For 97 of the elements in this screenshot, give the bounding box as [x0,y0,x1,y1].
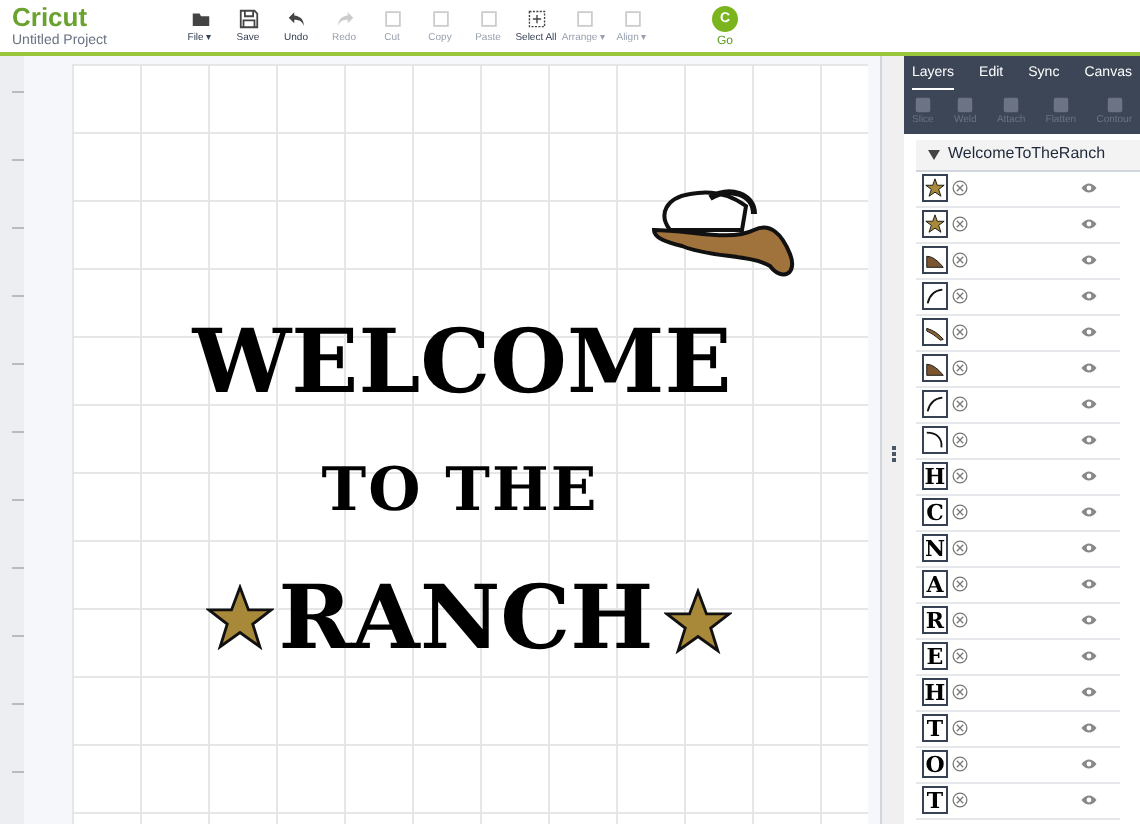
layer-thumbnail: O [922,750,948,778]
attach-icon[interactable] [952,612,968,628]
attach-icon[interactable] [952,576,968,592]
layer-thumbnail [922,174,948,202]
layer-row[interactable]: O [916,747,1120,783]
square-icon [621,8,643,30]
visibility-icon[interactable] [1080,506,1098,518]
layer-row[interactable]: T [916,711,1120,747]
floppy-icon [237,8,259,30]
attach-icon[interactable] [952,180,968,196]
scrollbar[interactable] [880,56,904,824]
visibility-icon[interactable] [1080,578,1098,590]
visibility-icon[interactable] [1080,470,1098,482]
caret-icon[interactable] [928,149,940,159]
layer-thumbnail: N [922,534,948,562]
layer-thumbnail: A [922,570,948,598]
layer-thumbnail: H [922,462,948,490]
action-icon [1002,95,1021,113]
visibility-icon[interactable] [1080,650,1098,662]
attach-icon[interactable] [952,756,968,772]
action-icon [956,95,975,113]
layer-row[interactable]: H [916,459,1120,495]
attach-icon[interactable] [952,360,968,376]
visibility-icon[interactable] [1080,758,1098,770]
attach-icon[interactable] [952,792,968,808]
square-icon [429,8,451,30]
layer-thumbnail [922,246,948,274]
visibility-icon[interactable] [1080,614,1098,626]
visibility-icon[interactable] [1080,254,1098,266]
select-all-icon [525,8,547,30]
design-text: TO THE [319,456,601,528]
layer-row[interactable]: C [916,495,1120,531]
visibility-icon[interactable] [1080,542,1098,554]
undo-icon [285,8,307,30]
layer-row[interactable]: R [916,603,1120,639]
square-icon [573,8,595,30]
layer-thumbnail [922,390,948,418]
layer-thumbnail: T [922,786,948,814]
layer-thumbnail: R [922,606,948,634]
folder-icon [189,8,211,30]
square-icon [477,8,499,30]
layer-row[interactable] [916,351,1120,387]
layer-row[interactable] [916,171,1120,207]
layer-thumbnail [922,354,948,382]
layer-row[interactable]: E [916,639,1120,675]
visibility-icon[interactable] [1080,290,1098,302]
layer-thumbnail [922,282,948,310]
logo: Cricut [12,4,90,30]
star-icon [664,588,732,654]
attach-icon[interactable] [952,684,968,700]
visibility-icon[interactable] [1080,326,1098,338]
action-icon [1105,95,1124,113]
action-icon [1051,95,1070,113]
group-header[interactable]: WelcomeToTheRanch [916,139,1140,171]
visibility-icon[interactable] [1080,362,1098,374]
layer-row[interactable] [916,387,1120,423]
visibility-icon[interactable] [1080,398,1098,410]
layer-thumbnail [922,210,948,238]
star-icon [206,584,274,650]
square-icon [381,8,403,30]
attach-icon[interactable] [952,504,968,520]
drag-handle-icon[interactable] [891,446,895,462]
attach-icon[interactable] [952,396,968,412]
visibility-icon[interactable] [1080,182,1098,194]
layer-thumbnail: H [922,678,948,706]
attach-icon[interactable] [952,216,968,232]
attach-icon[interactable] [952,720,968,736]
layer-row[interactable]: T [916,783,1120,819]
layer-thumbnail [922,426,948,454]
attach-icon[interactable] [952,252,968,268]
design-text: RANCH [276,568,656,674]
attach-icon[interactable] [952,648,968,664]
visibility-icon[interactable] [1080,722,1098,734]
visibility-icon[interactable] [1080,218,1098,230]
layer-row[interactable]: N [916,531,1120,567]
layer-thumbnail: E [922,642,948,670]
attach-icon[interactable] [952,432,968,448]
visibility-icon[interactable] [1080,794,1098,806]
attach-icon[interactable] [952,468,968,484]
layer-row[interactable]: A [916,567,1120,603]
layer-row[interactable] [916,243,1120,279]
redo-icon [333,8,355,30]
layer-row[interactable] [916,315,1120,351]
layer-row[interactable]: H [916,675,1120,711]
action-icon [913,95,932,113]
layer-thumbnail: C [922,498,948,526]
layer-thumbnail [922,318,948,346]
layer-thumbnail: T [922,714,948,742]
attach-icon[interactable] [952,540,968,556]
layer-row[interactable] [916,207,1120,243]
visibility-icon[interactable] [1080,434,1098,446]
attach-icon[interactable] [952,324,968,340]
layer-row[interactable] [916,423,1120,459]
attach-icon[interactable] [952,288,968,304]
visibility-icon[interactable] [1080,686,1098,698]
design-text: WELCOME [192,312,732,418]
layer-row[interactable] [916,279,1120,315]
